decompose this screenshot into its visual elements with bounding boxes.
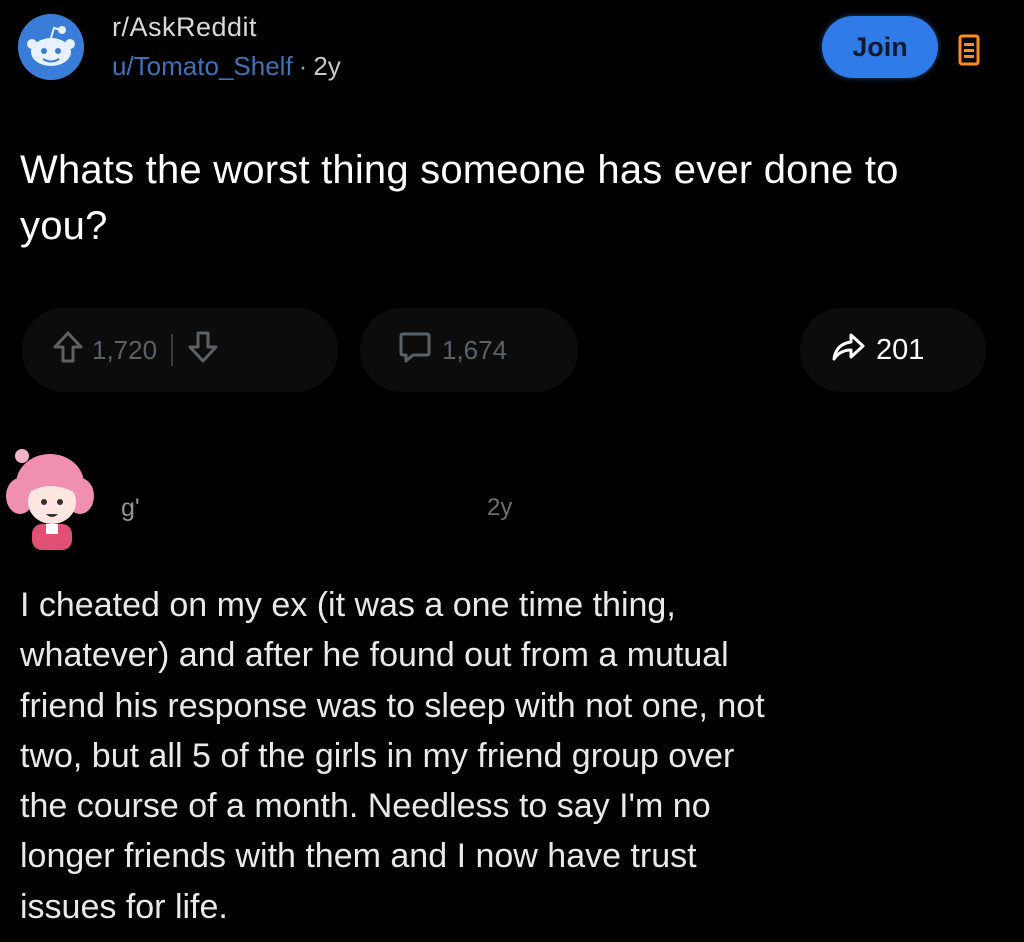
vote-count: 1,720 [92,334,158,365]
vote-divider [171,334,174,366]
post-meta: r/AskReddit u/Tomato_Shelf · 2y [112,10,341,84]
comment-count: 1,674 [442,334,508,365]
byline-separator: · [298,51,308,81]
subreddit-name[interactable]: r/AskReddit [112,10,341,44]
more-options-icon[interactable] [958,34,980,66]
share-arrow-icon [830,331,866,370]
share-count: 201 [876,333,925,366]
post-byline: u/Tomato_Shelf · 2y [112,48,341,84]
comment-line: I cheated on my ex (it was a one time th… [20,586,676,624]
comment-age: 2y [487,494,513,521]
vote-pill: 1,720 [22,308,338,392]
comment-line: friend his response was to sleep with no… [20,686,765,725]
commenter-avatar[interactable] [2,444,96,552]
comment-line: whatever) and after he found out from a … [20,636,729,675]
downvote-arrow-icon[interactable] [187,330,219,371]
reddit-alien-icon [18,14,84,80]
comment-pill[interactable]: 1,674 [360,308,578,392]
commenter-username[interactable]: g' [121,494,140,523]
subreddit-avatar[interactable] [18,14,84,80]
post-title[interactable]: Whats the worst thing someone has ever d… [20,142,980,254]
comment-bubble-icon [398,330,432,371]
share-pill[interactable]: 201 [800,308,986,392]
author-username[interactable]: u/Tomato_Shelf [112,51,293,81]
comment-line: two, but all 5 of the girls in my friend… [20,736,735,775]
join-button[interactable]: Join [822,16,938,78]
comment-line: the course of a month. Needless to say I… [20,787,711,826]
upvote-arrow-icon[interactable] [52,330,84,371]
post-age: 2y [313,51,341,81]
comment-body: I cheated on my ex (it was a one time th… [20,580,995,932]
comment-line: issues for life. [20,887,228,926]
comment-line: longer friends with them and I now have … [20,837,697,876]
post-header: r/AskReddit u/Tomato_Shelf · 2y Join [18,8,1008,88]
